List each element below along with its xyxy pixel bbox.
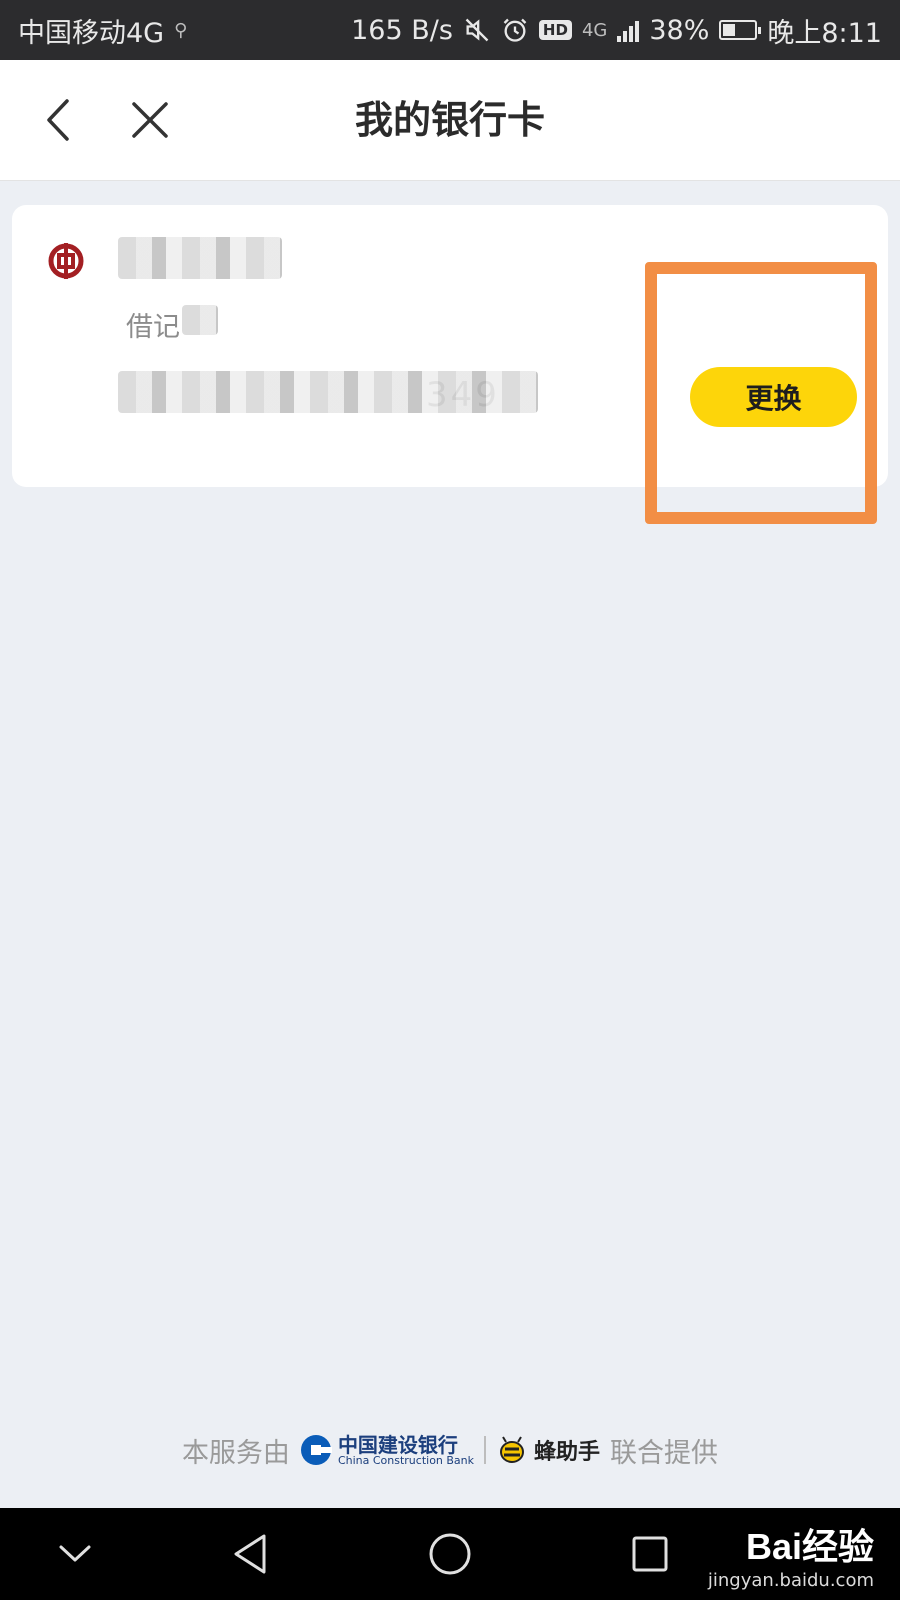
close-icon bbox=[132, 102, 168, 138]
status-right: 165 B/s HD 4G 38% 晚上8:11 bbox=[351, 11, 882, 50]
footer-divider bbox=[484, 1436, 487, 1464]
network-type: 4G bbox=[581, 19, 608, 41]
status-left: 中国移动4G ⚲ bbox=[18, 11, 187, 50]
baidu-logo: Bai经验 bbox=[745, 1526, 874, 1567]
baidu-url: jingyan.baidu.com bbox=[707, 1570, 874, 1591]
partner-logo: 蜂助手 bbox=[496, 1434, 600, 1466]
carrier-label: 中国移动4G bbox=[18, 17, 165, 49]
ccb-logo-icon bbox=[300, 1435, 332, 1465]
ccb-name: 中国建设银行 bbox=[337, 1432, 458, 1457]
status-bar: 中国移动4G ⚲ 165 B/s HD 4G 38% 晚上8:11 bbox=[0, 0, 900, 60]
ccb-logo: 中国建设银行 China Construction Bank bbox=[300, 1434, 474, 1466]
footer-prefix: 本服务由 bbox=[181, 1437, 290, 1469]
alarm-icon bbox=[503, 18, 527, 42]
clock: 晚上8:11 bbox=[767, 17, 882, 49]
service-provider-footer: 本服务由 中国建设银行 China Construction Bank 蜂助手 … bbox=[0, 1425, 900, 1475]
baidu-watermark: Bai经验 jingyan.baidu.com bbox=[708, 1518, 874, 1591]
nav-home-button[interactable] bbox=[420, 1524, 480, 1584]
nav-header: 我的银行卡 bbox=[0, 60, 900, 181]
system-nav-bar: Bai经验 jingyan.baidu.com bbox=[0, 1508, 900, 1600]
signal-icon bbox=[617, 18, 640, 42]
change-button[interactable]: 更换 bbox=[690, 367, 857, 427]
card-number-redacted bbox=[118, 371, 538, 413]
recents-square-icon bbox=[632, 1536, 668, 1572]
chevron-down-icon bbox=[59, 1545, 91, 1562]
nav-recents-button[interactable] bbox=[620, 1524, 680, 1584]
nav-back-button[interactable] bbox=[220, 1524, 280, 1584]
home-circle-icon bbox=[429, 1533, 471, 1575]
battery-icon bbox=[719, 20, 762, 40]
mute-icon bbox=[465, 18, 489, 42]
bank-name-redacted bbox=[118, 237, 282, 279]
ccb-english: China Construction Bank bbox=[337, 1453, 475, 1467]
back-arrow-icon bbox=[47, 99, 69, 141]
card-type-label: 借记 bbox=[126, 312, 180, 343]
back-triangle-icon bbox=[234, 1534, 266, 1574]
close-button[interactable] bbox=[120, 90, 180, 150]
footer-suffix: 联合提供 bbox=[610, 1437, 719, 1469]
nav-collapse-button[interactable] bbox=[45, 1524, 105, 1584]
bee-logo-icon bbox=[500, 1436, 525, 1463]
card-type-redacted bbox=[182, 305, 218, 335]
ccb-text: 中国建设银行 China Construction Bank bbox=[338, 1435, 474, 1466]
hd-icon: HD bbox=[538, 20, 572, 40]
boc-logo-icon bbox=[48, 243, 84, 279]
location-icon: ⚲ bbox=[174, 19, 188, 41]
back-button[interactable] bbox=[28, 90, 88, 150]
card-type: 借记 bbox=[126, 305, 180, 344]
partner-name: 蜂助手 bbox=[534, 1440, 601, 1465]
net-speed: 165 B/s bbox=[351, 14, 453, 46]
battery-percent: 38% bbox=[649, 14, 710, 46]
